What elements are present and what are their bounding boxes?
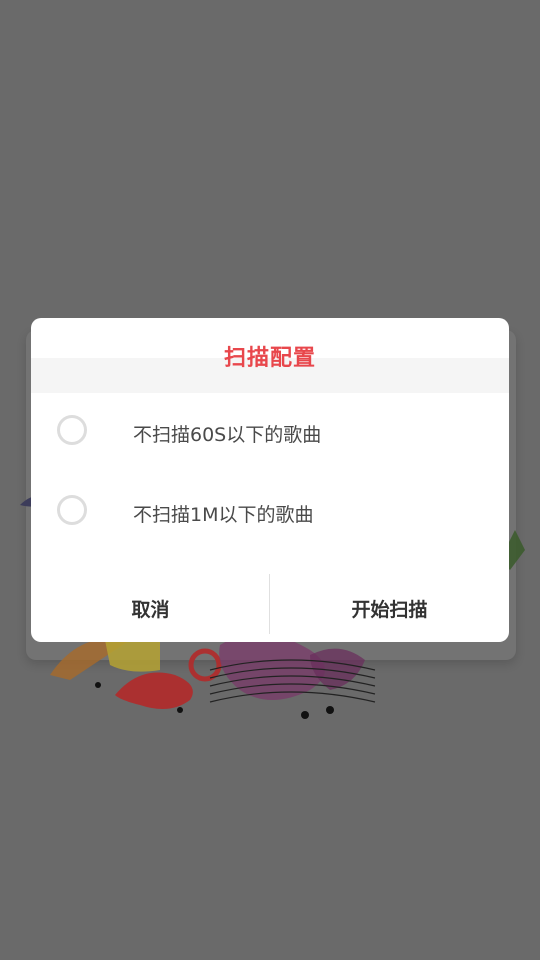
option-skip-under-60s[interactable]: 不扫描60S以下的歌曲 (31, 398, 509, 468)
dialog-title: 扫描配置 (223, 346, 316, 371)
start-scan-button[interactable]: 开始扫描 (270, 574, 509, 642)
option-label: 不扫描60S以下的歌曲 (133, 424, 322, 446)
radio-button[interactable] (57, 495, 87, 525)
dialog-actions: 取消 开始扫描 (31, 574, 509, 642)
cancel-button[interactable]: 取消 (31, 574, 270, 642)
dialog-header: 扫描配置 (31, 318, 509, 393)
option-label: 不扫描1M以下的歌曲 (133, 504, 314, 526)
option-skip-under-1m[interactable]: 不扫描1M以下的歌曲 (31, 478, 509, 548)
radio-button[interactable] (57, 415, 87, 445)
scan-config-dialog: 扫描配置 不扫描60S以下的歌曲 不扫描1M以下的歌曲 取消 开始扫描 (31, 318, 509, 642)
